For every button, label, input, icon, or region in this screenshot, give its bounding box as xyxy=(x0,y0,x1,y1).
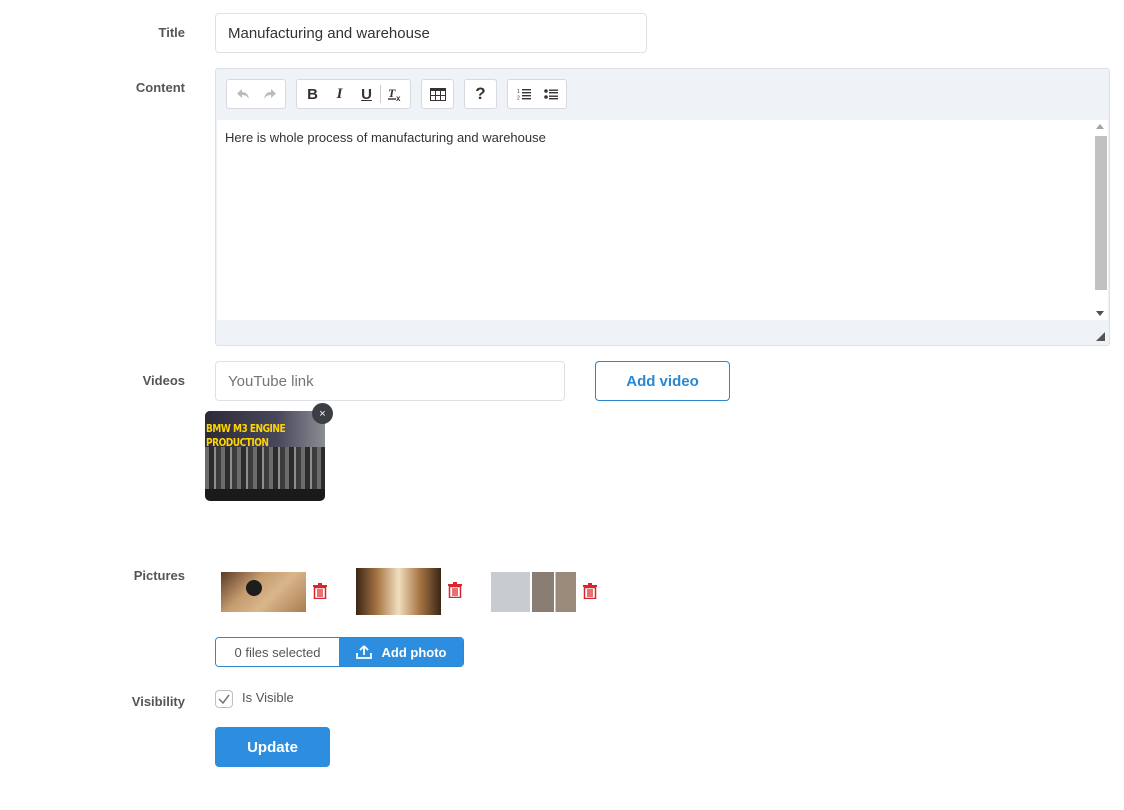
scrollbar-thumb[interactable] xyxy=(1095,136,1107,290)
trash-icon[interactable] xyxy=(448,582,462,598)
svg-text:2: 2 xyxy=(517,96,520,101)
svg-text:1: 1 xyxy=(517,89,520,95)
unordered-list-icon xyxy=(543,89,558,100)
files-selected-count: 0 files selected xyxy=(216,638,339,666)
bold-button[interactable]: B xyxy=(299,81,326,107)
svg-text:T: T xyxy=(388,86,396,100)
ordered-list-icon: 1 2 xyxy=(517,89,531,101)
rich-text-editor: B I U T x ? 1 2 Here is whole process of… xyxy=(215,68,1110,346)
scroll-down-arrow-icon[interactable] xyxy=(1096,311,1104,316)
undo-icon xyxy=(236,89,249,99)
video-thumbnail-engine xyxy=(205,447,325,489)
editor-text: Here is whole process of manufacturing a… xyxy=(225,130,546,145)
resize-handle-icon[interactable] xyxy=(1096,332,1105,341)
is-visible-checkbox[interactable] xyxy=(215,690,233,708)
unordered-list-button[interactable] xyxy=(537,81,564,107)
upload-icon xyxy=(355,645,372,659)
picture-thumbnail xyxy=(356,568,441,615)
video-caption: BMW M3 ENGINE PRODUCTION xyxy=(206,422,286,449)
title-input-value: Manufacturing and warehouse xyxy=(228,24,430,42)
editor-content-area[interactable]: Here is whole process of manufacturing a… xyxy=(217,120,1093,320)
clear-format-icon: T x xyxy=(387,86,401,102)
visibility-label: Visibility xyxy=(131,694,185,709)
table-icon xyxy=(429,87,446,101)
underline-button[interactable]: U xyxy=(353,81,380,107)
is-visible-label[interactable]: Is Visible xyxy=(242,690,294,705)
content-label: Content xyxy=(135,80,185,95)
picture-thumbnail xyxy=(491,572,576,612)
add-video-button[interactable]: Add video xyxy=(595,361,730,401)
table-button[interactable] xyxy=(424,81,451,107)
redo-icon xyxy=(263,89,276,99)
file-upload-group: 0 files selected Add photo xyxy=(215,637,464,667)
editor-scrollbar[interactable] xyxy=(1093,120,1108,320)
pictures-label: Pictures xyxy=(133,568,185,583)
picture-thumbnail xyxy=(221,572,306,612)
close-icon: × xyxy=(319,407,326,420)
format-group: B I U T x xyxy=(296,79,411,109)
history-group xyxy=(226,79,286,109)
update-button[interactable]: Update xyxy=(215,727,330,767)
undo-button[interactable] xyxy=(229,81,256,107)
videos-label: Videos xyxy=(142,373,185,388)
trash-icon[interactable] xyxy=(583,583,597,599)
redo-button[interactable] xyxy=(256,81,283,107)
table-group xyxy=(421,79,454,109)
add-photo-button[interactable]: Add photo xyxy=(339,638,463,666)
list-group: 1 2 xyxy=(507,79,567,109)
help-button[interactable]: ? xyxy=(467,81,494,107)
video-thumbnail[interactable]: BMW M3 ENGINE PRODUCTION xyxy=(205,411,325,501)
svg-text:x: x xyxy=(396,94,401,102)
trash-icon[interactable] xyxy=(313,583,327,599)
youtube-link-input[interactable] xyxy=(215,361,565,401)
title-label: Title xyxy=(158,25,186,40)
editor-toolbar: B I U T x ? 1 2 xyxy=(226,79,567,109)
italic-button[interactable]: I xyxy=(326,81,353,107)
clear-format-button[interactable]: T x xyxy=(381,81,408,107)
remove-video-button[interactable]: × xyxy=(312,403,333,424)
title-input[interactable]: Manufacturing and warehouse xyxy=(215,13,647,53)
ordered-list-button[interactable]: 1 2 xyxy=(510,81,537,107)
help-group: ? xyxy=(464,79,497,109)
add-photo-label: Add photo xyxy=(381,644,447,660)
scroll-up-arrow-icon[interactable] xyxy=(1096,124,1104,129)
checkmark-icon xyxy=(218,694,230,705)
